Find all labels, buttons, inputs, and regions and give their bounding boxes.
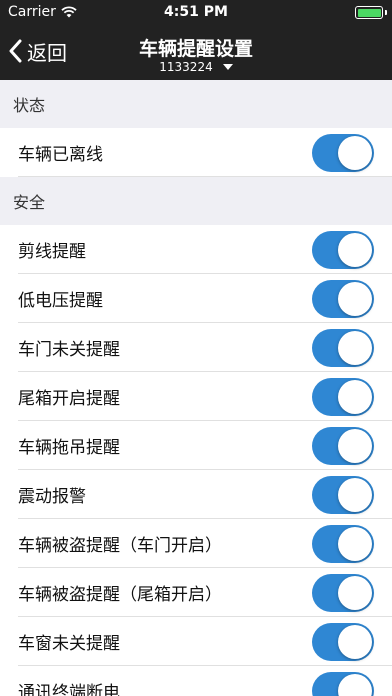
section-header: 安全 [0,177,392,225]
toggle-knob [338,330,372,365]
settings-row-label: 车辆已离线 [18,145,103,165]
settings-row-label: 车门未关提醒 [18,340,120,360]
settings-row: 车辆被盗提醒（车门开启） [0,519,392,568]
toggle-switch[interactable] [312,230,374,269]
settings-row: 低电压提醒 [0,274,392,323]
toggle-knob [338,135,372,170]
settings-row: 剪线提醒 [0,225,392,274]
status-bar: Carrier 4:51 PM [0,0,392,26]
toggle-switch[interactable] [312,328,374,367]
section-header: 状态 [0,80,392,128]
toggle-switch[interactable] [312,475,374,514]
toggle-switch[interactable] [312,573,374,612]
toggle-knob [338,673,372,696]
toggle-knob [338,232,372,267]
caret-down-icon [222,64,233,70]
settings-row: 震动报警 [0,470,392,519]
toggle-knob [338,379,372,414]
toggle-switch[interactable] [312,671,374,696]
settings-row-label: 车辆拖吊提醒 [18,438,120,458]
toggle-knob [338,281,372,316]
settings-row-label: 车辆被盗提醒（车门开启） [18,536,222,556]
settings-row: 车辆被盗提醒（尾箱开启） [0,568,392,617]
page-title: 车辆提醒设置 [138,38,253,60]
toggle-switch[interactable] [312,622,374,661]
status-time: 4:51 PM [164,4,228,20]
settings-row: 车辆拖吊提醒 [0,421,392,470]
toggle-switch[interactable] [312,426,374,465]
settings-row: 车辆已离线 [0,128,392,177]
settings-row-label: 车窗未关提醒 [18,634,120,654]
toggle-switch[interactable] [312,377,374,416]
toggle-knob [338,575,372,610]
settings-row: 尾箱开启提醒 [0,372,392,421]
settings-row: 车门未关提醒 [0,323,392,372]
settings-row-label: 剪线提醒 [18,242,86,262]
top-bar: Carrier 4:51 PM 返回 车辆提醒设置 1133224 [0,0,392,80]
toggle-knob [338,428,372,463]
settings-row-label: 震动报警 [18,487,86,507]
settings-row-label: 车辆被盗提醒（尾箱开启） [18,585,222,605]
toggle-knob [338,624,372,659]
settings-row: 通讯终端断电 [0,666,392,696]
vehicle-id: 1133224 [159,60,213,74]
settings-row-label: 通讯终端断电 [18,683,120,696]
battery-icon [355,6,387,19]
toggle-switch[interactable] [312,279,374,318]
toggle-switch[interactable] [312,133,374,172]
toggle-knob [338,477,372,512]
settings-row: 车窗未关提醒 [0,617,392,666]
toggle-knob [338,526,372,561]
settings-row-label: 尾箱开启提醒 [18,389,120,409]
settings-list: 状态车辆已离线安全剪线提醒低电压提醒车门未关提醒 尾箱开启提醒 车辆拖吊提醒 震动报警… [0,80,392,696]
vehicle-selector[interactable]: 1133224 [0,60,392,74]
settings-row-label: 低电压提醒 [18,291,103,311]
toggle-switch[interactable] [312,524,374,563]
